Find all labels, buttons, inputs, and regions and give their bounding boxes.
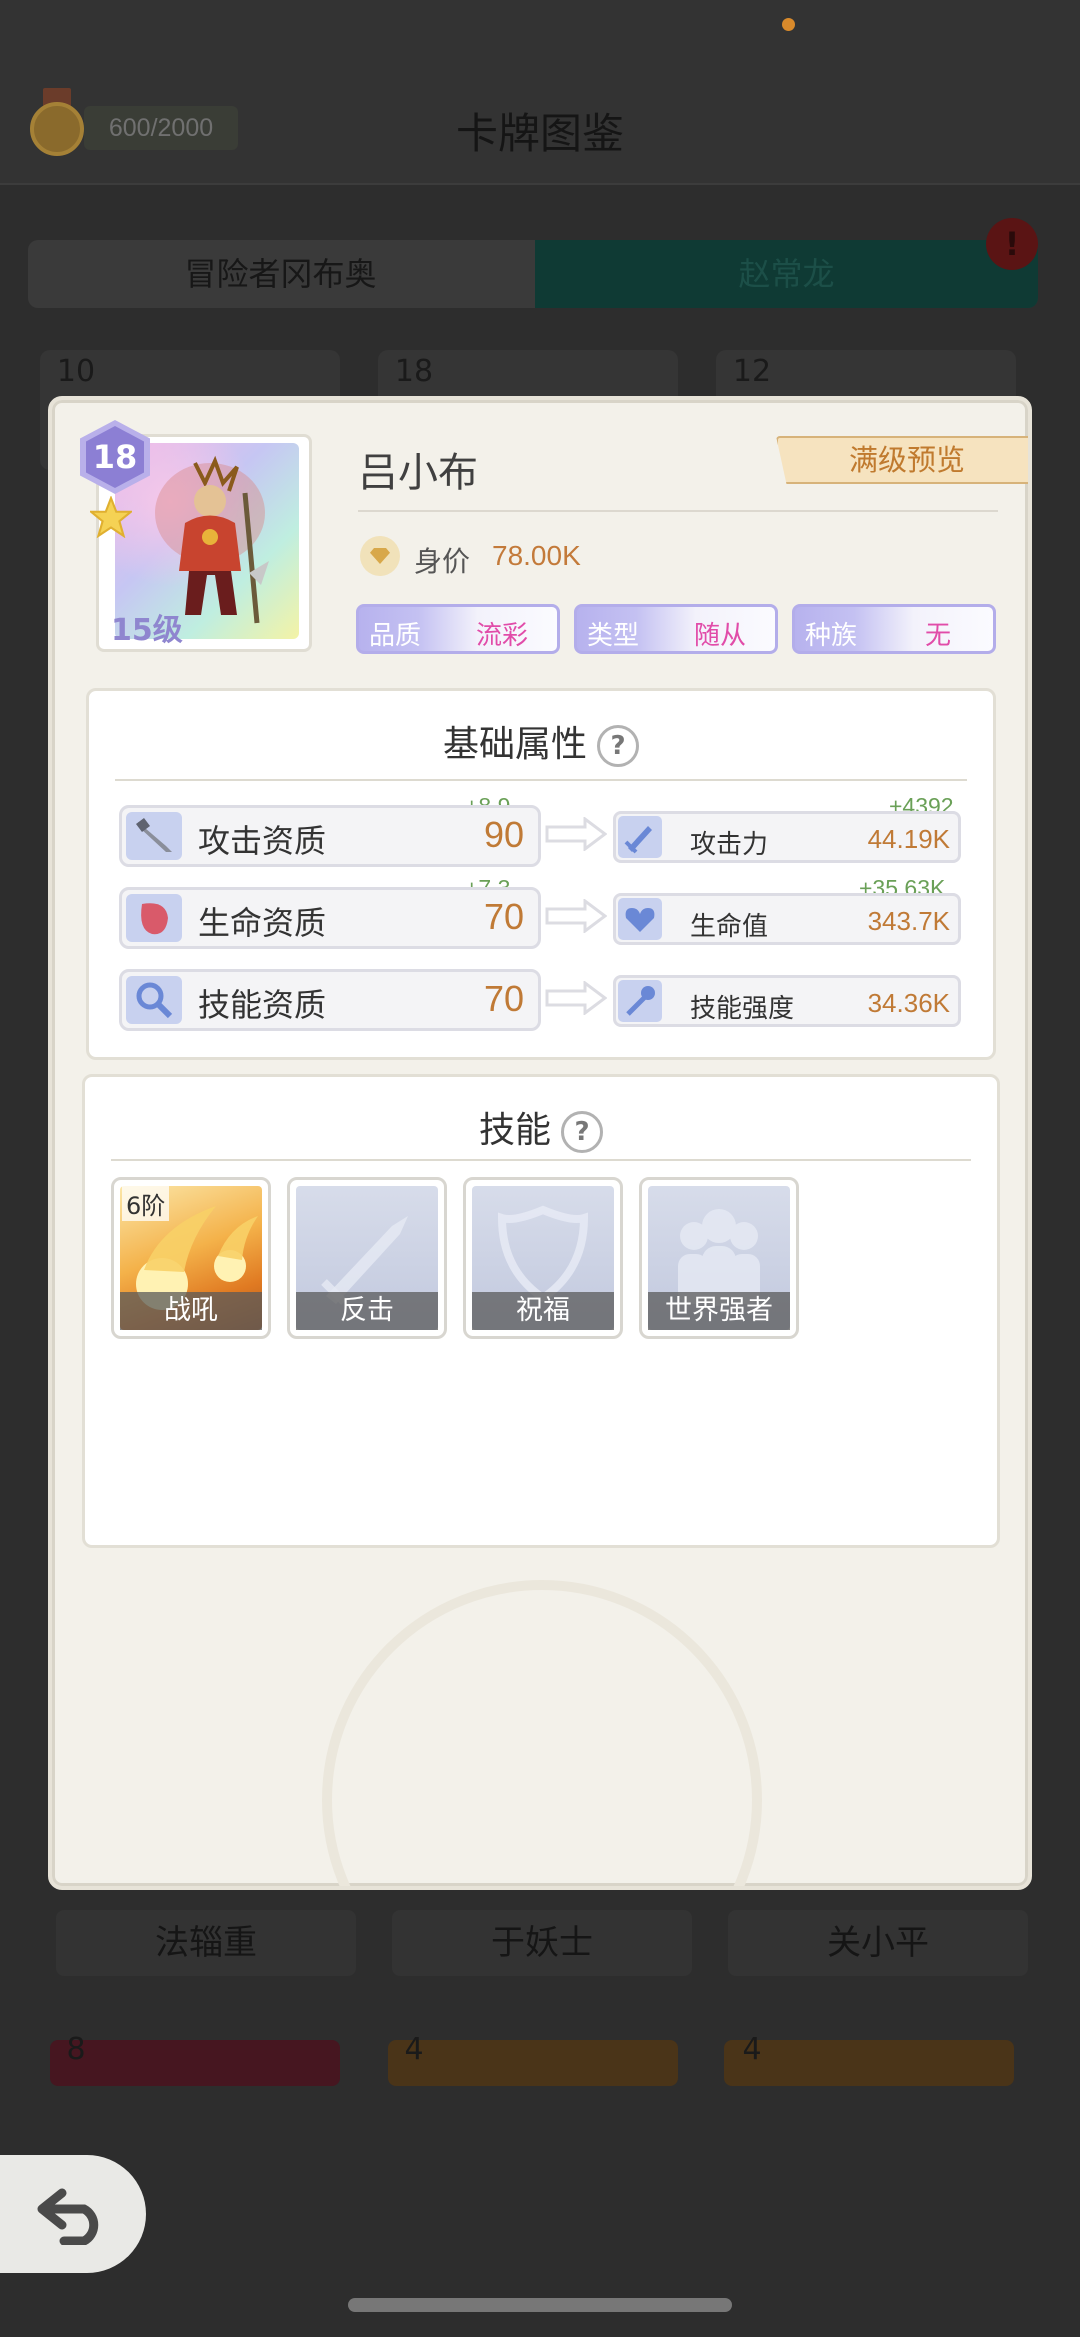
skills-panel: 技能? 6阶 战吼 反击 祝福 世界强者 (82, 1074, 1000, 1548)
card-level-badge: 12 (722, 342, 782, 402)
tab-adventurer[interactable]: 冒险者冈布奥 (28, 240, 533, 308)
heart-icon (618, 898, 662, 940)
attack-icon (618, 816, 662, 858)
page-title: 卡牌图鉴 (455, 109, 624, 158)
divider (358, 510, 998, 512)
skill-name: 世界强者 (648, 1292, 790, 1330)
home-indicator[interactable] (348, 2298, 732, 2312)
tag-key: 品质 (369, 621, 422, 651)
tab-zhao[interactable]: 赵常龙 (535, 240, 1038, 308)
skills-title: 技能 (478, 1110, 551, 1151)
tab-bar: 冒险者冈布奥 赵常龙 (28, 240, 1038, 308)
tag-value: 流彩 (475, 621, 528, 651)
card-detail-modal: 15级 18 吕小布 满级预览 身价 78.00K 品质 流彩 类型 随从 种族… (48, 396, 1032, 1890)
hero-name: 吕小布 (358, 450, 478, 496)
help-icon[interactable]: ? (561, 1111, 603, 1153)
attr-value: 70 (483, 896, 524, 937)
decorative-emblem (322, 1580, 762, 1886)
attr-value: 90 (483, 814, 524, 855)
card-level-badge: 4 (722, 2020, 782, 2080)
help-icon[interactable]: ? (597, 725, 639, 767)
attr-label: 生命资质 (198, 904, 327, 942)
base-attributes-title: 基础属性 (442, 724, 587, 765)
attr-label: 攻击资质 (198, 822, 327, 860)
card-level-badge: 18 (384, 342, 444, 402)
rank-number: 18 (92, 438, 138, 476)
skill-card-counter[interactable]: 反击 (287, 1177, 447, 1339)
back-button[interactable] (0, 2155, 146, 2273)
life-aptitude: 生命资质 70 (119, 887, 541, 949)
skill-card-battle-cry[interactable]: 6阶 战吼 (111, 1177, 271, 1339)
attr-value: 70 (483, 978, 524, 1019)
attack-aptitude: 攻击资质 90 (119, 805, 541, 867)
card-name[interactable]: 法辎重 (56, 1910, 356, 1976)
sword-icon (126, 812, 182, 860)
skill-card-world-champion[interactable]: 世界强者 (639, 1177, 799, 1339)
card-name[interactable]: 于妖士 (392, 1910, 692, 1976)
health-stat: 生命值 343.7K (613, 893, 961, 945)
skill-power-stat: 技能强度 34.36K (613, 975, 961, 1027)
tag-quality: 品质 流彩 (356, 604, 560, 654)
tag-key: 种族 (805, 621, 858, 651)
divider (115, 779, 967, 781)
stat-label: 攻击力 (690, 830, 769, 860)
skill-stage: 6阶 (122, 1186, 170, 1221)
stat-label: 生命值 (690, 912, 769, 942)
skill-aptitude: 技能资质 70 (119, 969, 541, 1031)
skill-name: 反击 (296, 1292, 438, 1330)
tag-type: 类型 随从 (574, 604, 778, 654)
wand-icon (618, 980, 662, 1022)
arrow-right-icon (545, 899, 607, 933)
stat-value: 44.19K (867, 824, 950, 854)
blood-drop-icon (126, 894, 182, 942)
card-level-badge: 8 (46, 2020, 106, 2080)
rank-badge: 18 (80, 420, 150, 494)
skill-card-blessing[interactable]: 祝福 (463, 1177, 623, 1339)
card-level-badge: 4 (384, 2020, 444, 2080)
alert-badge: ! (986, 218, 1038, 270)
star-icon (90, 496, 132, 538)
attr-label: 技能资质 (198, 986, 327, 1024)
value-amount: 78.00K (492, 540, 581, 571)
diamond-icon (360, 536, 400, 576)
max-level-preview-button[interactable]: 满级预览 (776, 436, 1028, 484)
card-name[interactable]: 关小平 (728, 1910, 1028, 1976)
base-attributes-panel: 基础属性? +8.9 攻击资质 90 +4392 攻击力 44.19K +7.3 (86, 688, 996, 1060)
arrow-right-icon (545, 981, 607, 1015)
divider (111, 1159, 971, 1161)
tag-key: 类型 (587, 621, 640, 651)
attack-stat: 攻击力 44.19K (613, 811, 961, 863)
stat-value: 343.7K (867, 906, 950, 936)
skill-name: 祝福 (472, 1292, 614, 1330)
tag-value: 无 (924, 621, 951, 651)
stat-label: 技能强度 (690, 994, 795, 1024)
panel-title: 基础属性? (89, 715, 993, 767)
stat-value: 34.36K (867, 988, 950, 1018)
hero-level: 15级 (111, 613, 183, 648)
magnifier-icon (126, 976, 182, 1024)
status-dot (782, 18, 795, 31)
panel-title: 技能? (85, 1101, 997, 1153)
card-level-badge: 10 (46, 342, 106, 402)
arrow-right-icon (545, 817, 607, 851)
value-label: 身价 (414, 545, 471, 578)
tag-value: 随从 (693, 621, 746, 651)
tag-race: 种族 无 (792, 604, 996, 654)
back-arrow-icon (37, 2188, 99, 2245)
skill-name: 战吼 (120, 1292, 262, 1330)
